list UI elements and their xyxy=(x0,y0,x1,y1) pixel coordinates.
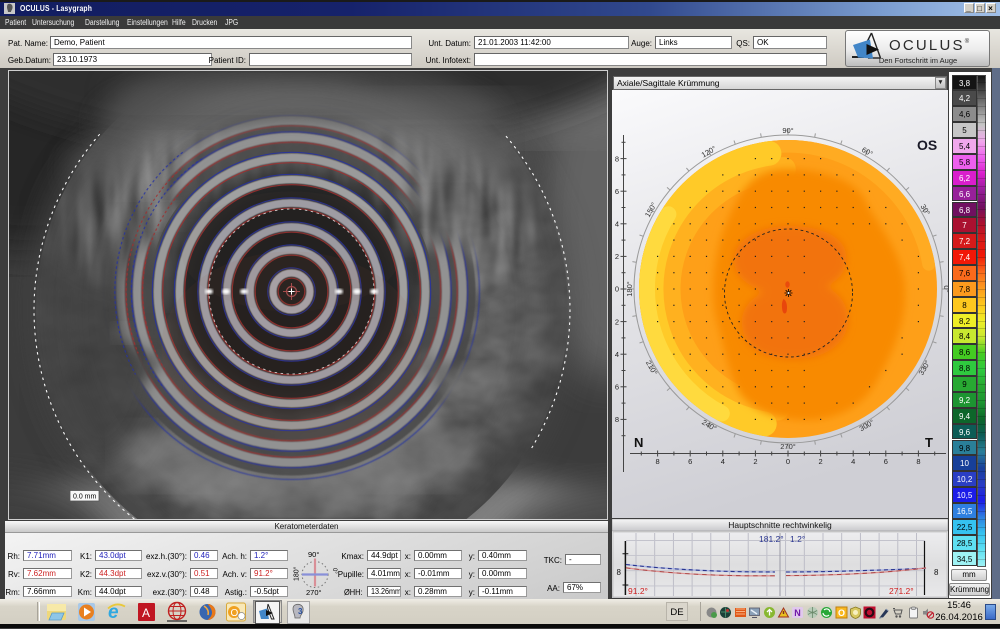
svg-text:0.0 mm: 0.0 mm xyxy=(73,494,97,501)
svg-text:180°: 180° xyxy=(293,566,301,581)
svg-text:6: 6 xyxy=(688,457,692,466)
svg-text:6: 6 xyxy=(615,383,619,392)
svg-text:6: 6 xyxy=(615,187,619,196)
svg-text:3: 3 xyxy=(298,607,303,616)
svg-text:A: A xyxy=(142,606,150,620)
svg-text:271.2°: 271.2° xyxy=(889,586,914,596)
svg-text:270°: 270° xyxy=(306,588,322,597)
svg-text:270°: 270° xyxy=(780,442,796,451)
svg-text:0: 0 xyxy=(615,285,619,294)
svg-text:N: N xyxy=(634,435,643,450)
svg-text:8: 8 xyxy=(656,457,660,466)
svg-text:90°: 90° xyxy=(782,126,793,135)
svg-text:2: 2 xyxy=(615,317,619,326)
svg-text:90°: 90° xyxy=(308,550,319,559)
svg-text:8: 8 xyxy=(934,568,939,577)
svg-text:4: 4 xyxy=(615,350,619,359)
svg-text:Hauptschnitte rechtwinkelig: Hauptschnitte rechtwinkelig xyxy=(728,520,832,530)
svg-text:8: 8 xyxy=(916,457,920,466)
svg-text:T: T xyxy=(925,435,933,450)
svg-text:2: 2 xyxy=(753,457,757,466)
svg-text:8: 8 xyxy=(615,415,619,424)
svg-text:O: O xyxy=(838,608,845,618)
svg-text:1.2°: 1.2° xyxy=(790,534,805,544)
svg-text:N: N xyxy=(794,608,801,618)
svg-text:4: 4 xyxy=(851,457,855,466)
svg-text:91.2°: 91.2° xyxy=(628,586,648,596)
svg-text:2: 2 xyxy=(819,457,823,466)
svg-text:0°: 0° xyxy=(942,285,948,292)
svg-text:6: 6 xyxy=(884,457,888,466)
svg-text:8: 8 xyxy=(615,154,619,163)
svg-text:2: 2 xyxy=(615,252,619,261)
svg-text:0: 0 xyxy=(786,457,790,466)
svg-text:OS: OS xyxy=(917,137,937,153)
svg-text:8: 8 xyxy=(617,568,622,577)
svg-text:181.2°: 181.2° xyxy=(759,534,784,544)
svg-text:4: 4 xyxy=(721,457,725,466)
svg-text:4: 4 xyxy=(615,220,619,229)
svg-text:O: O xyxy=(231,608,239,619)
